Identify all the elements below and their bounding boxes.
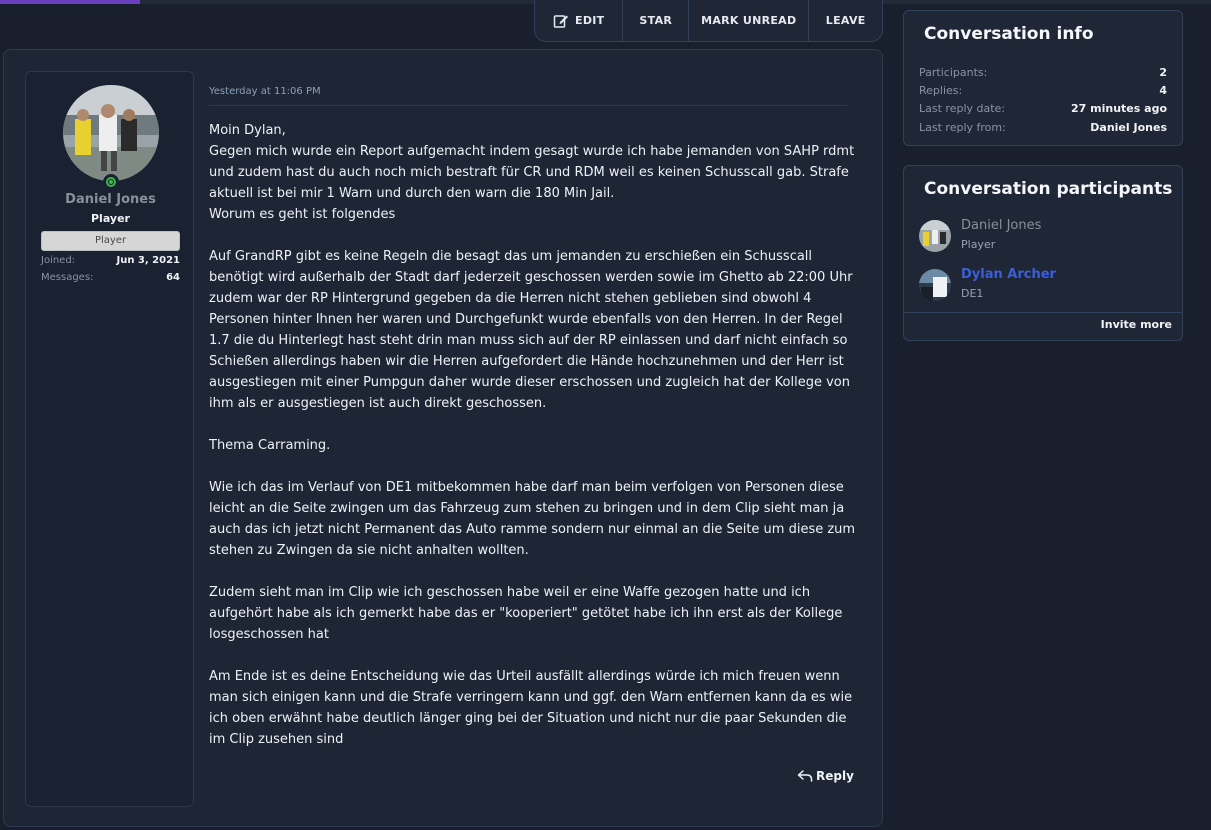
info-row-replies: Replies: 4 xyxy=(919,84,1167,97)
stat-label: Messages: xyxy=(41,272,94,283)
participant-name[interactable]: Dylan Archer xyxy=(961,267,1056,282)
divider xyxy=(904,312,1182,313)
message-block: Daniel Jones Player Player Joined: Jun 3… xyxy=(3,49,883,827)
message-paragraph: Thema Carraming. xyxy=(209,438,331,453)
stat-value[interactable]: 64 xyxy=(166,272,180,283)
info-value[interactable]: Daniel Jones xyxy=(1090,121,1167,134)
info-value: 2 xyxy=(1159,66,1167,79)
leave-label: LEAVE xyxy=(825,14,866,27)
conversation-actions: EDIT STAR MARK UNREAD LEAVE xyxy=(534,0,883,42)
avatar-photo xyxy=(919,220,951,252)
author-banner: Player xyxy=(41,231,180,251)
info-value[interactable]: 27 minutes ago xyxy=(1071,102,1167,115)
participants-title: Conversation participants xyxy=(924,179,1173,199)
info-row-last-reply-from: Last reply from: Daniel Jones xyxy=(919,121,1167,134)
edit-button[interactable]: EDIT xyxy=(535,0,622,41)
avatar[interactable] xyxy=(919,269,951,301)
info-label: Participants: xyxy=(919,66,988,79)
participant-role: Player xyxy=(961,238,996,251)
participant-item[interactable]: Dylan Archer DE1 xyxy=(919,267,1169,303)
conversation-info-title: Conversation info xyxy=(924,24,1094,44)
participant-item[interactable]: Daniel Jones Player xyxy=(919,218,1169,254)
stat-value: Jun 3, 2021 xyxy=(116,255,180,266)
star-label: STAR xyxy=(639,14,673,27)
info-value: 4 xyxy=(1159,84,1167,97)
divider xyxy=(209,105,847,106)
message-paragraph: Zudem sieht man im Clip wie ich geschoss… xyxy=(209,585,843,642)
stat-joined: Joined: Jun 3, 2021 xyxy=(41,255,180,266)
author-title: Player xyxy=(91,212,130,225)
stat-label: Joined: xyxy=(41,255,76,266)
message-body: Moin Dylan, Gegen mich wurde ein Report … xyxy=(209,120,859,771)
info-label: Replies: xyxy=(919,84,963,97)
message-date[interactable]: Yesterday at 11:06 PM xyxy=(209,86,321,97)
info-row-participants: Participants: 2 xyxy=(919,66,1167,79)
info-row-last-reply-date: Last reply date: 27 minutes ago xyxy=(919,102,1167,115)
message-paragraph: Am Ende ist es deine Entscheidung wie da… xyxy=(209,669,853,747)
user-card: Daniel Jones Player Player Joined: Jun 3… xyxy=(25,71,194,807)
info-label: Last reply date: xyxy=(919,102,1006,115)
edit-label: EDIT xyxy=(575,14,605,27)
top-accent xyxy=(0,0,140,4)
star-button[interactable]: STAR xyxy=(622,0,688,41)
message-paragraph: Wie ich das im Verlauf von DE1 mitbekomm… xyxy=(209,480,856,558)
edit-icon xyxy=(553,14,569,28)
reply-label: Reply xyxy=(816,769,854,783)
participant-name[interactable]: Daniel Jones xyxy=(961,218,1041,233)
invite-more-link[interactable]: Invite more xyxy=(1101,318,1172,331)
info-label: Last reply from: xyxy=(919,121,1006,134)
participant-role: DE1 xyxy=(961,287,984,300)
avatar[interactable] xyxy=(919,220,951,252)
avatar-photo xyxy=(919,269,951,301)
message-paragraph: Auf GrandRP gibt es keine Regeln die bes… xyxy=(209,249,853,411)
mark-unread-label: MARK UNREAD xyxy=(701,14,797,27)
mark-unread-button[interactable]: MARK UNREAD xyxy=(688,0,808,41)
online-indicator-icon xyxy=(103,174,119,190)
avatar[interactable] xyxy=(63,85,159,181)
leave-button[interactable]: LEAVE xyxy=(808,0,882,41)
avatar-photo xyxy=(63,85,159,181)
stat-messages: Messages: 64 xyxy=(41,272,180,283)
reply-icon xyxy=(797,770,813,782)
message-paragraph: Moin Dylan, Gegen mich wurde ein Report … xyxy=(209,123,855,222)
author-name[interactable]: Daniel Jones xyxy=(26,192,195,207)
reply-button[interactable]: Reply xyxy=(797,769,854,783)
conversation-info-block: Conversation info Participants: 2 Replie… xyxy=(903,10,1183,146)
conversation-participants-block: Conversation participants Daniel Jones P… xyxy=(903,165,1183,341)
